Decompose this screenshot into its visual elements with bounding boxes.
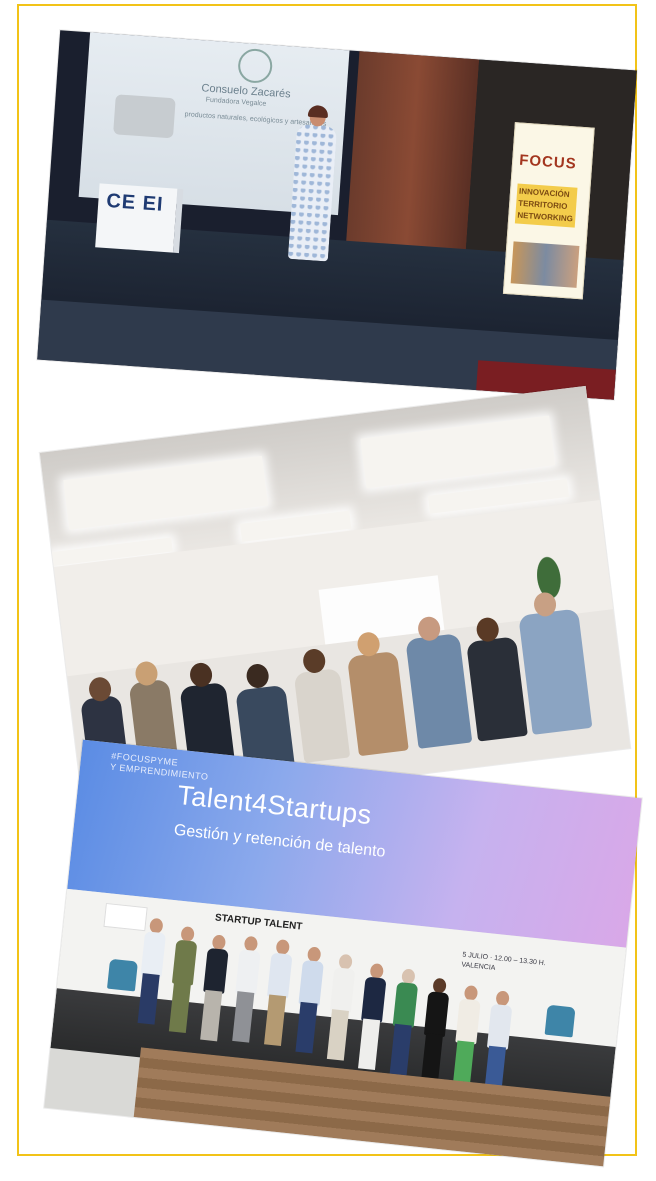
- audience-head: [245, 662, 271, 690]
- ceei-lectern-cube: CE EI: [95, 183, 184, 254]
- blue-chair: [544, 1004, 576, 1038]
- ceei-logo: CE EI: [105, 189, 165, 216]
- focus-rollup-banner: FOCUS INNOVACIÓN TERRITORIO NETWORKING: [502, 122, 595, 300]
- audience-member: [346, 650, 409, 757]
- speaker-dress: [287, 124, 338, 262]
- blue-chair: [106, 958, 138, 992]
- audience-member: [293, 667, 351, 763]
- banner-title: FOCUS: [518, 151, 578, 173]
- stage-talk-photo: Consuelo Zacarés Fundadora Vegalce produ…: [37, 30, 637, 400]
- screen-speaker-role: Fundadora Vegalce: [205, 96, 267, 108]
- leaf-logo-icon: [237, 47, 274, 85]
- group-photo: #FOCUSPYME Y EMPRENDIMIENTO Talent4Start…: [44, 739, 642, 1167]
- banner-people-photo: [510, 241, 580, 288]
- audience-member: [466, 636, 528, 742]
- audience-member: [405, 633, 473, 749]
- event-hashtag: #FOCUSPYME Y EMPRENDIMIENTO: [110, 751, 210, 783]
- event-title: Talent4Startups: [176, 779, 374, 831]
- audience-member: [518, 608, 593, 735]
- banner-keyword: NETWORKING: [517, 210, 574, 224]
- sponsor-logo: [103, 902, 148, 932]
- product-image: [113, 94, 176, 139]
- banner-keywords: INNOVACIÓN TERRITORIO NETWORKING: [514, 183, 578, 228]
